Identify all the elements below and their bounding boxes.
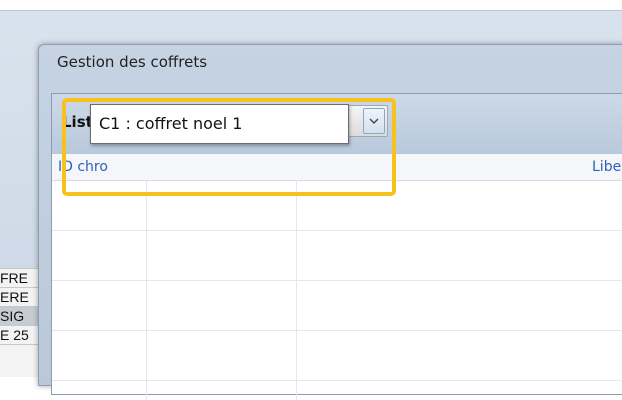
grid-column-line <box>296 180 297 400</box>
table-header: ID chro Libe <box>52 154 622 181</box>
grid-row-line <box>52 380 622 381</box>
background-row[interactable]: FRE <box>0 269 40 288</box>
column-header-id[interactable]: ID chro <box>58 159 108 175</box>
grid-column-line <box>146 180 147 400</box>
background-row-selected[interactable]: SIG <box>0 307 40 326</box>
background-row[interactable]: ERE <box>0 288 40 307</box>
combobox-dropdown-button[interactable] <box>363 108 385 134</box>
grid-row-line <box>52 230 622 231</box>
dialog-title: Gestion des coffrets <box>57 53 208 71</box>
grid-row-line <box>52 330 622 331</box>
gestion-coffrets-dialog: Gestion des coffrets Liste ID chro Libe <box>38 44 622 400</box>
background-list-panel: FRE ERE SIG E 25 <box>0 268 40 377</box>
dropdown-option[interactable]: C1 : coffret noel 1 <box>99 114 242 133</box>
chevron-down-icon <box>369 114 379 128</box>
background-row[interactable]: E 25 <box>0 326 40 345</box>
grid-row-line <box>52 280 622 281</box>
combobox-dropdown-list: C1 : coffret noel 1 <box>90 104 349 144</box>
column-header-libelle[interactable]: Libe <box>592 159 621 175</box>
